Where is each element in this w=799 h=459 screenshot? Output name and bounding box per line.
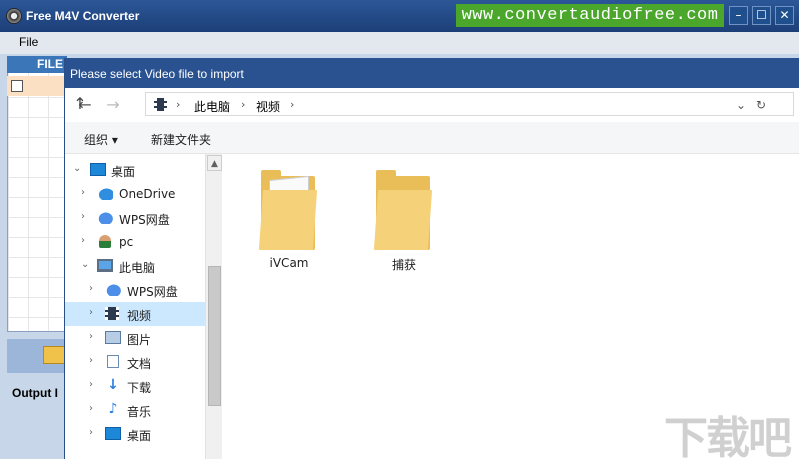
folder-label: 捕获: [391, 258, 416, 272]
chevron-right-icon[interactable]: ›: [89, 283, 99, 294]
wps-cloud-icon: [105, 283, 121, 296]
app-menubar: File: [0, 32, 799, 54]
tree-item-documents[interactable]: › 文档: [65, 350, 205, 374]
tree-item-wps-cloud-pc[interactable]: › WPS网盘: [65, 278, 205, 302]
tree-item-label: 视频: [127, 309, 152, 323]
chevron-down-icon[interactable]: ⌄: [73, 163, 83, 174]
chevron-right-icon[interactable]: ›: [89, 307, 99, 318]
tree-item-label: OneDrive: [119, 187, 176, 201]
wps-cloud-icon: [97, 211, 113, 224]
dialog-toolbar: 组织 ▾ 新建文件夹: [65, 122, 799, 154]
tree-item-label: 音乐: [127, 405, 152, 419]
dialog-titlebar: Please select Video file to import: [65, 58, 799, 88]
tree-item-label: 桌面: [127, 429, 152, 443]
breadcrumb-chevron-icon[interactable]: ›: [241, 98, 245, 111]
computer-icon: [97, 259, 113, 272]
folder-item-ivcam[interactable]: iVCam: [245, 168, 333, 278]
tree-item-label: 桌面: [111, 165, 136, 179]
chevron-right-icon[interactable]: ›: [81, 235, 91, 246]
music-icon: ♪: [108, 401, 118, 417]
breadcrumb-chevron-icon[interactable]: ›: [176, 98, 180, 111]
tree-item-desktop[interactable]: ⌄ 桌面: [65, 158, 205, 182]
file-row[interactable]: [7, 76, 67, 96]
tree-item-label: 文档: [127, 357, 152, 371]
dialog-title: Please select Video file to import: [70, 67, 244, 81]
chevron-right-icon[interactable]: ›: [89, 427, 99, 438]
breadcrumb-this-pc[interactable]: 此电脑: [194, 98, 230, 115]
file-checkbox[interactable]: [11, 80, 23, 92]
address-dropdown-icon[interactable]: ⌄: [736, 98, 746, 112]
chevron-down-icon[interactable]: ⌄: [81, 259, 91, 270]
tree-item-pictures[interactable]: › 图片: [65, 326, 205, 350]
breadcrumb-videos[interactable]: 视频: [256, 98, 280, 115]
scroll-up-icon[interactable]: ▲: [207, 155, 222, 171]
tree-item-pc-user[interactable]: › pc: [65, 230, 205, 254]
app-logo-icon: [6, 8, 22, 24]
pictures-icon: [105, 331, 121, 344]
video-folder-icon: [154, 98, 167, 111]
chevron-right-icon[interactable]: ›: [81, 187, 91, 198]
tree-item-label: 图片: [127, 333, 152, 347]
tree-item-desktop-pc[interactable]: › 桌面: [65, 422, 205, 446]
refresh-icon[interactable]: ↻: [756, 98, 766, 112]
maximize-button[interactable]: ☐: [752, 6, 771, 25]
file-grid[interactable]: [7, 56, 67, 332]
organize-button[interactable]: 组织 ▾: [84, 131, 118, 148]
up-arrow-icon[interactable]: ↑: [70, 95, 90, 113]
close-button[interactable]: ✕: [775, 6, 794, 25]
user-icon: [99, 235, 111, 248]
chevron-right-icon[interactable]: ›: [81, 211, 91, 222]
folder-item-capture[interactable]: 捕获: [360, 168, 448, 278]
documents-icon: [107, 355, 119, 368]
tree-item-music[interactable]: › ♪ 音乐: [65, 398, 205, 422]
new-folder-button[interactable]: 新建文件夹: [151, 131, 211, 148]
chevron-right-icon[interactable]: ›: [89, 379, 99, 390]
chevron-right-icon[interactable]: ›: [89, 355, 99, 366]
file-column-header: FILE: [7, 56, 67, 73]
tree-item-label: 下载: [127, 381, 152, 395]
video-icon: [105, 307, 119, 320]
desktop-icon: [90, 163, 106, 176]
menu-file[interactable]: File: [19, 35, 38, 49]
nav-scrollbar[interactable]: ▲: [205, 154, 222, 459]
url-banner[interactable]: www.convertaudiofree.com: [456, 4, 724, 27]
tree-item-this-pc[interactable]: ⌄ 此电脑: [65, 254, 205, 278]
tree-item-label: WPS网盘: [119, 213, 170, 227]
app-title: Free M4V Converter: [26, 9, 140, 23]
forward-arrow-icon[interactable]: →: [103, 96, 123, 114]
tree-item-wps-cloud[interactable]: › WPS网盘: [65, 206, 205, 230]
chevron-right-icon[interactable]: ›: [89, 403, 99, 414]
scroll-thumb[interactable]: [208, 266, 221, 406]
tree-item-videos[interactable]: › 视频: [65, 302, 205, 326]
tree-item-onedrive[interactable]: › OneDrive: [65, 182, 205, 206]
tree-item-label: 此电脑: [119, 261, 156, 275]
folder-icon: [43, 346, 65, 364]
output-label: Output I: [12, 386, 58, 400]
chevron-right-icon[interactable]: ›: [89, 331, 99, 342]
desktop-icon: [105, 427, 121, 440]
navigation-bar: ← → ↑ › 此电脑 › 视频 › ⌄ ↻: [65, 88, 799, 122]
tree-item-downloads[interactable]: › ↓ 下载: [65, 374, 205, 398]
folder-icon: [258, 170, 321, 252]
address-bar[interactable]: ↑ › 此电脑 › 视频 › ⌄ ↻: [73, 92, 794, 116]
tree-item-label: pc: [119, 235, 134, 249]
breadcrumb-chevron-icon[interactable]: ›: [290, 98, 294, 111]
minimize-button[interactable]: –: [729, 6, 748, 25]
download-icon: ↓: [107, 377, 119, 393]
import-dialog: Please select Video file to import ← → ↑…: [64, 58, 799, 459]
folder-icon: [373, 170, 436, 252]
app-titlebar: Free M4V Converter www.convertaudiofree.…: [0, 0, 799, 32]
add-files-panel[interactable]: [7, 339, 67, 373]
watermark-logo: 下载吧: [664, 413, 792, 459]
onedrive-icon: [97, 187, 113, 200]
folder-label: iVCam: [269, 256, 309, 270]
navigation-pane: ⌄ 桌面 › OneDrive › WPS网盘 › pc ⌄ 此电脑 › WPS…: [65, 154, 223, 459]
tree-item-label: WPS网盘: [127, 285, 178, 299]
